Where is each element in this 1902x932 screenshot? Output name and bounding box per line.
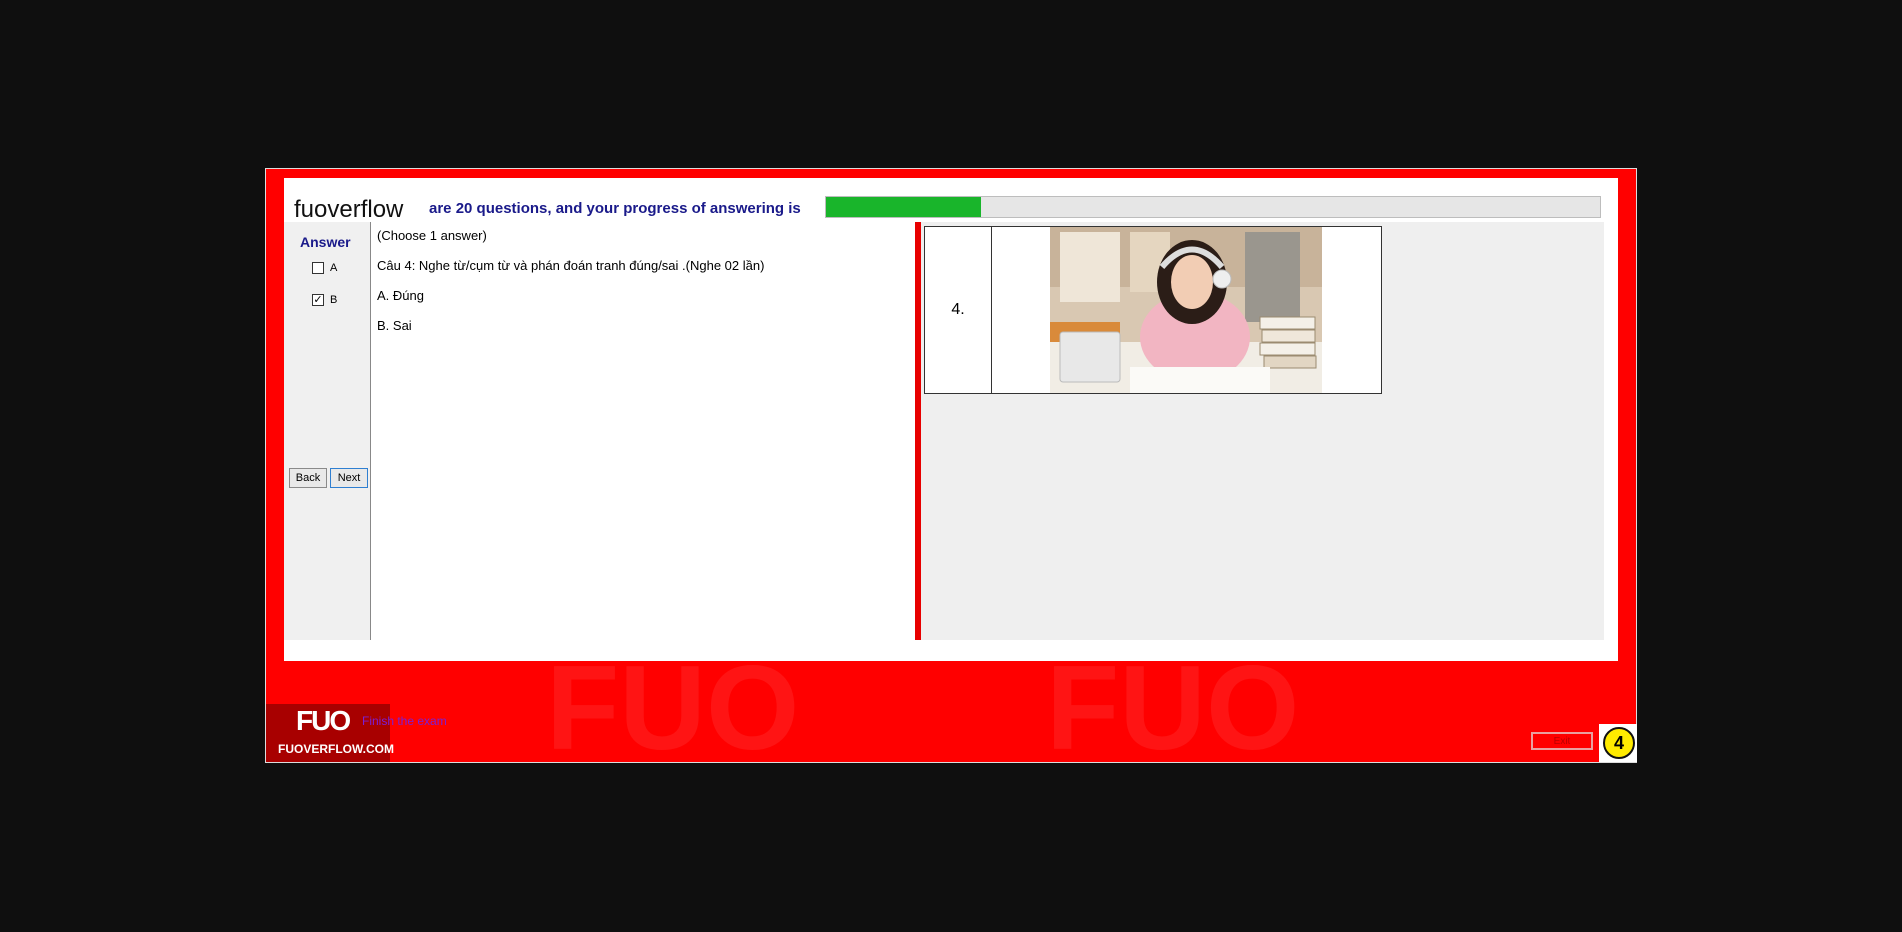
question-area: (Choose 1 answer) Câu 4: Nghe từ/cụm từ …: [370, 222, 915, 640]
fuo-site-text: FUOVERFLOW.COM: [278, 742, 394, 756]
fuo-badge: FUO FUOVERFLOW.COM: [266, 704, 394, 762]
logo-text: fuoverflow: [294, 196, 404, 223]
next-button[interactable]: Next: [330, 468, 368, 488]
checkbox-b[interactable]: ✓: [312, 294, 324, 306]
choice-b: B. Sai: [377, 318, 412, 333]
exit-button[interactable]: Exit: [1531, 732, 1593, 750]
image-number: 4.: [925, 227, 992, 393]
back-button[interactable]: Back: [289, 468, 327, 488]
checkbox-a[interactable]: [312, 262, 324, 274]
question-instruction: (Choose 1 answer): [377, 228, 487, 243]
image-panel: 4.: [921, 222, 1604, 640]
option-b-label: B: [330, 294, 338, 306]
fuo-logo-text: FUO: [296, 705, 351, 736]
option-b[interactable]: ✓ B: [312, 294, 337, 306]
exam-panel: fuoverflow are 20 questions, and your pr…: [284, 178, 1618, 661]
progress-fill: [826, 197, 981, 217]
option-a[interactable]: A: [312, 262, 337, 274]
question-text: Câu 4: Nghe từ/cụm từ và phán đoán tranh…: [377, 258, 765, 273]
question-photo: [1050, 227, 1322, 393]
option-a-label: A: [330, 262, 338, 274]
exam-window: FUO FUO fuoverflow are 20 questions, and…: [265, 168, 1637, 775]
choice-a: A. Đúng: [377, 288, 424, 303]
progress-label: are 20 questions, and your progress of a…: [429, 200, 801, 217]
answer-title: Answer: [300, 234, 351, 250]
answer-panel: Answer A ✓ B Back Next: [284, 222, 370, 640]
question-number: 4: [1603, 727, 1635, 759]
progress-bar: [825, 196, 1601, 218]
image-table: 4.: [924, 226, 1382, 394]
finish-exam-checkbox[interactable]: Finish the exam: [362, 714, 447, 728]
question-number-badge: 4: [1599, 724, 1637, 762]
